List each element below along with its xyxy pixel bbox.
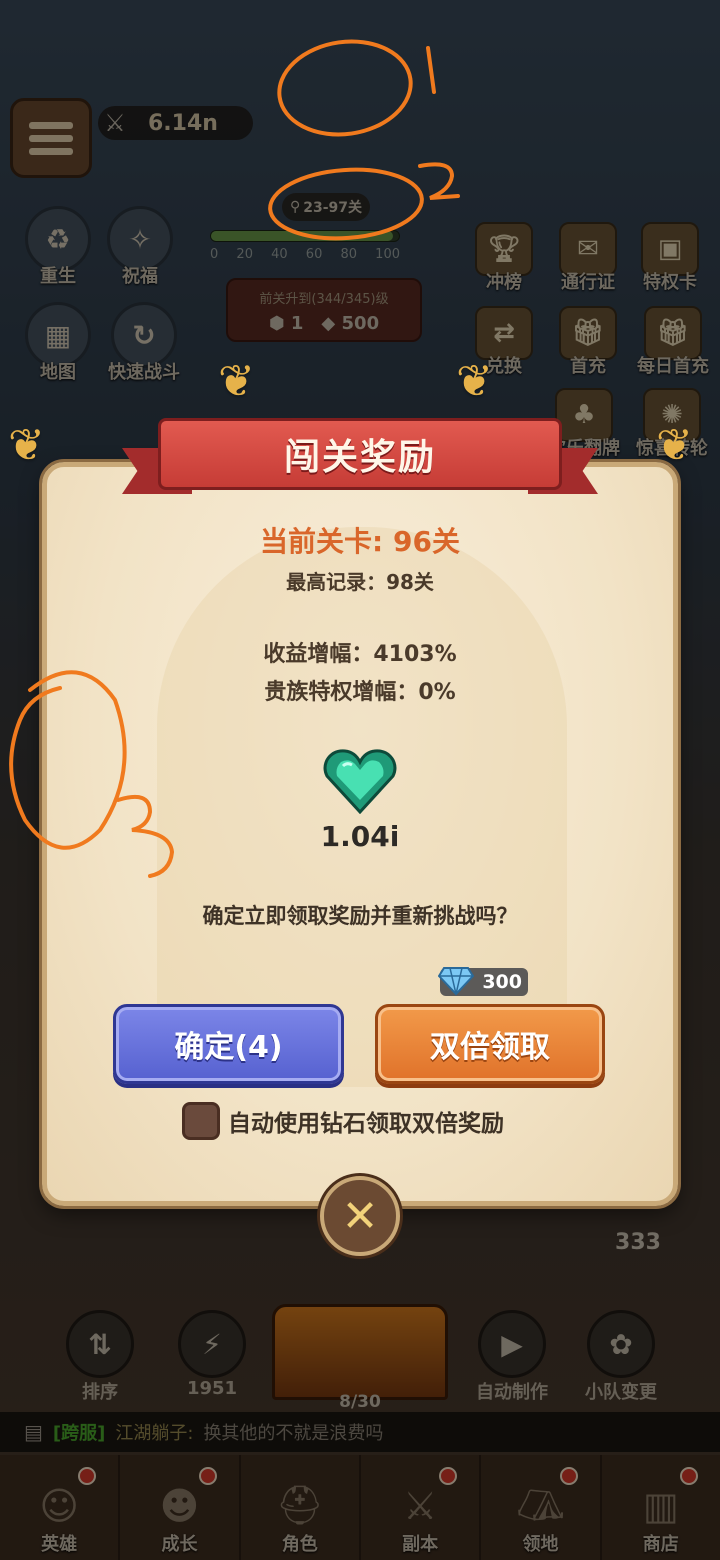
auto-double-option[interactable]: 自动使用钻石领取双倍奖励: [182, 1102, 504, 1140]
laurel-right-icon: ❦: [656, 420, 693, 471]
confirm-button[interactable]: 确定(4): [113, 1004, 344, 1084]
double-claim-button[interactable]: 双倍领取: [375, 1004, 605, 1084]
close-button[interactable]: ✕: [320, 1176, 400, 1256]
green-heart-gem-icon: [323, 749, 397, 814]
laurel-top-right-icon: ❦: [456, 356, 493, 407]
reward-amount: 1.04i: [320, 820, 400, 853]
current-stage: 当前关卡: 96关: [260, 525, 460, 558]
dialog-title-banner: 闯关奖励: [122, 410, 598, 498]
double-cost-value: 300: [482, 971, 522, 993]
double-cost-badge: 300: [438, 967, 528, 996]
close-icon: ✕: [341, 1190, 379, 1242]
diamond-icon: [438, 967, 474, 996]
laurel-top-left-icon: ❦: [218, 356, 255, 407]
dialog-title: 闯关奖励: [283, 437, 436, 478]
auto-double-checkbox[interactable]: [182, 1102, 220, 1140]
confirm-question: 确定立即领取奖励并重新挑战吗？: [202, 904, 518, 928]
income-bonus: 收益增幅：4103%: [263, 642, 457, 667]
auto-double-label: 自动使用钻石领取双倍奖励: [228, 1111, 504, 1137]
laurel-left-icon: ❦: [8, 420, 45, 471]
noble-bonus: 贵族特权增幅：0%: [264, 680, 456, 705]
best-record: 最高记录：98关: [286, 570, 434, 594]
